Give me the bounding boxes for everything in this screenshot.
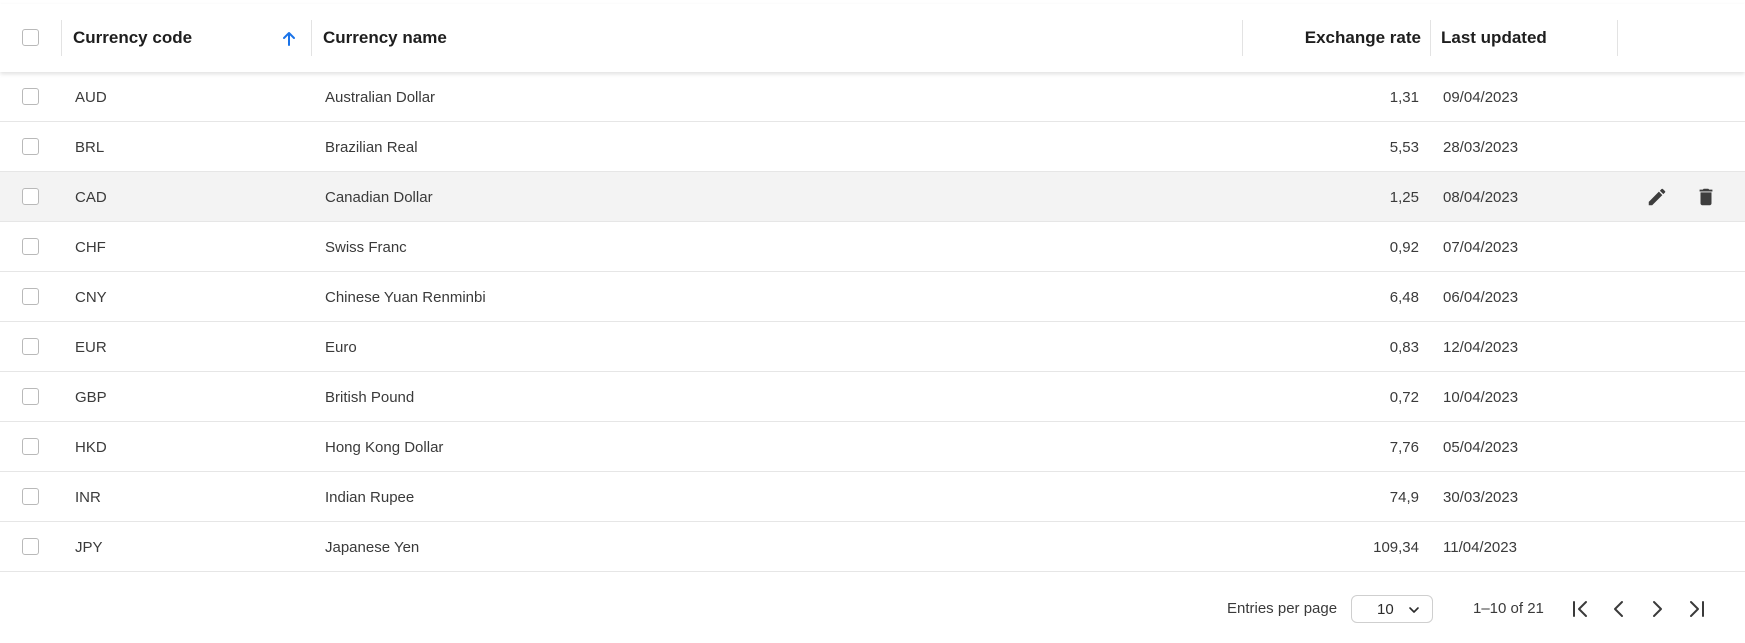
cell-currency-code: CHF: [75, 238, 106, 256]
cell-exchange-rate: 74,9: [1389, 488, 1419, 506]
next-page-icon[interactable]: [1645, 597, 1669, 621]
column-divider: [311, 20, 312, 56]
cell-currency-code: EUR: [75, 338, 107, 356]
cell-exchange-rate: 0,72: [1389, 388, 1419, 406]
pencil-icon[interactable]: [1646, 186, 1668, 208]
cell-exchange-rate: 109,34: [1373, 538, 1419, 556]
table-row[interactable]: BRL Brazilian Real 5,53 28/03/2023: [0, 122, 1745, 172]
select-all-checkbox[interactable]: [22, 29, 39, 46]
cell-exchange-rate: 1,31: [1389, 88, 1419, 106]
table-row[interactable]: CAD Canadian Dollar 1,25 08/04/2023: [0, 172, 1745, 222]
cell-last-updated: 30/03/2023: [1443, 488, 1519, 506]
cell-currency-name: Swiss Franc: [325, 238, 407, 256]
row-checkbox[interactable]: [22, 188, 39, 205]
previous-page-icon[interactable]: [1607, 597, 1631, 621]
pagination-range: 1–10 of 21: [1473, 600, 1544, 617]
cell-currency-code: HKD: [75, 438, 107, 456]
table-row[interactable]: INR Indian Rupee 74,9 30/03/2023: [0, 472, 1745, 522]
cell-currency-name: British Pound: [325, 388, 415, 406]
cell-exchange-rate: 0,92: [1389, 238, 1419, 256]
cell-last-updated: 06/04/2023: [1443, 288, 1519, 306]
chevron-down-icon: [1409, 607, 1419, 613]
header-last-updated[interactable]: Last updated: [1441, 4, 1547, 72]
row-checkbox[interactable]: [22, 388, 39, 405]
cell-currency-name: Hong Kong Dollar: [325, 438, 444, 456]
table-row[interactable]: HKD Hong Kong Dollar 7,76 05/04/2023: [0, 422, 1745, 472]
entries-per-page-select[interactable]: 10: [1351, 595, 1433, 623]
cell-currency-code: INR: [75, 488, 101, 506]
cell-currency-name: Chinese Yuan Renminbi: [325, 288, 486, 306]
table-header: Currency code Currency name Exchange rat…: [0, 4, 1745, 72]
row-checkbox[interactable]: [22, 338, 39, 355]
cell-currency-name: Australian Dollar: [325, 88, 436, 106]
column-divider: [1242, 20, 1243, 56]
cell-currency-code: AUD: [75, 88, 107, 106]
entries-per-page-value: 10: [1377, 600, 1394, 618]
header-exchange-rate[interactable]: Exchange rate: [1250, 4, 1421, 72]
table-row[interactable]: EUR Euro 0,83 12/04/2023: [0, 322, 1745, 372]
table-row[interactable]: JPY Japanese Yen 109,34 11/04/2023: [0, 522, 1745, 572]
row-checkbox[interactable]: [22, 288, 39, 305]
last-page-icon[interactable]: [1684, 597, 1708, 621]
cell-last-updated: 12/04/2023: [1443, 338, 1519, 356]
row-checkbox[interactable]: [22, 438, 39, 455]
row-checkbox[interactable]: [22, 138, 39, 155]
cell-exchange-rate: 1,25: [1389, 188, 1419, 206]
cell-exchange-rate: 7,76: [1389, 438, 1419, 456]
cell-currency-code: BRL: [75, 138, 105, 156]
column-divider: [1430, 20, 1431, 56]
column-divider: [1617, 20, 1618, 56]
cell-exchange-rate: 0,83: [1389, 338, 1419, 356]
cell-currency-name: Euro: [325, 338, 357, 356]
row-checkbox[interactable]: [22, 538, 39, 555]
pagination-footer: Entries per page 10 1–10 of 21: [0, 574, 1745, 643]
table-row[interactable]: GBP British Pound 0,72 10/04/2023: [0, 372, 1745, 422]
cell-currency-name: Japanese Yen: [325, 538, 420, 556]
header-currency-code[interactable]: Currency code: [73, 4, 192, 72]
table-row[interactable]: CNY Chinese Yuan Renminbi 6,48 06/04/202…: [0, 272, 1745, 322]
cell-last-updated: 09/04/2023: [1443, 88, 1519, 106]
cell-currency-name: Canadian Dollar: [325, 188, 433, 206]
header-currency-name[interactable]: Currency name: [323, 4, 447, 72]
cell-currency-code: JPY: [75, 538, 103, 556]
sort-ascending-icon[interactable]: [281, 31, 297, 47]
entries-per-page-label: Entries per page: [1227, 600, 1338, 617]
cell-last-updated: 05/04/2023: [1443, 438, 1519, 456]
row-checkbox[interactable]: [22, 88, 39, 105]
cell-last-updated: 28/03/2023: [1443, 138, 1519, 156]
cell-currency-name: Indian Rupee: [325, 488, 415, 506]
table-row[interactable]: CHF Swiss Franc 0,92 07/04/2023: [0, 222, 1745, 272]
cell-currency-code: CNY: [75, 288, 107, 306]
cell-exchange-rate: 6,48: [1389, 288, 1419, 306]
cell-last-updated: 11/04/2023: [1443, 538, 1517, 556]
cell-currency-code: GBP: [75, 388, 107, 406]
table-row[interactable]: AUD Australian Dollar 1,31 09/04/2023: [0, 72, 1745, 122]
row-checkbox[interactable]: [22, 488, 39, 505]
first-page-icon[interactable]: [1569, 597, 1593, 621]
row-checkbox[interactable]: [22, 238, 39, 255]
trash-icon[interactable]: [1695, 186, 1717, 208]
currency-table: Currency code Currency name Exchange rat…: [0, 0, 1745, 643]
cell-last-updated: 07/04/2023: [1443, 238, 1519, 256]
cell-exchange-rate: 5,53: [1389, 138, 1419, 156]
cell-last-updated: 10/04/2023: [1443, 388, 1519, 406]
cell-currency-name: Brazilian Real: [325, 138, 418, 156]
cell-last-updated: 08/04/2023: [1443, 188, 1519, 206]
column-divider: [61, 20, 62, 56]
cell-currency-code: CAD: [75, 188, 107, 206]
